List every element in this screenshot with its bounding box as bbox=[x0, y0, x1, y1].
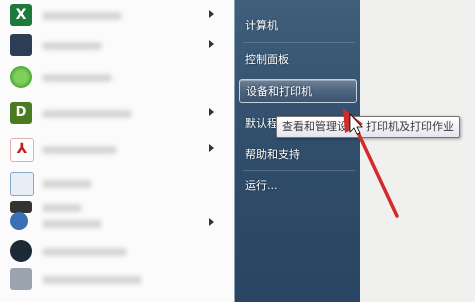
arrow-shaft bbox=[352, 122, 399, 218]
red-arrow-annotation bbox=[343, 108, 399, 218]
